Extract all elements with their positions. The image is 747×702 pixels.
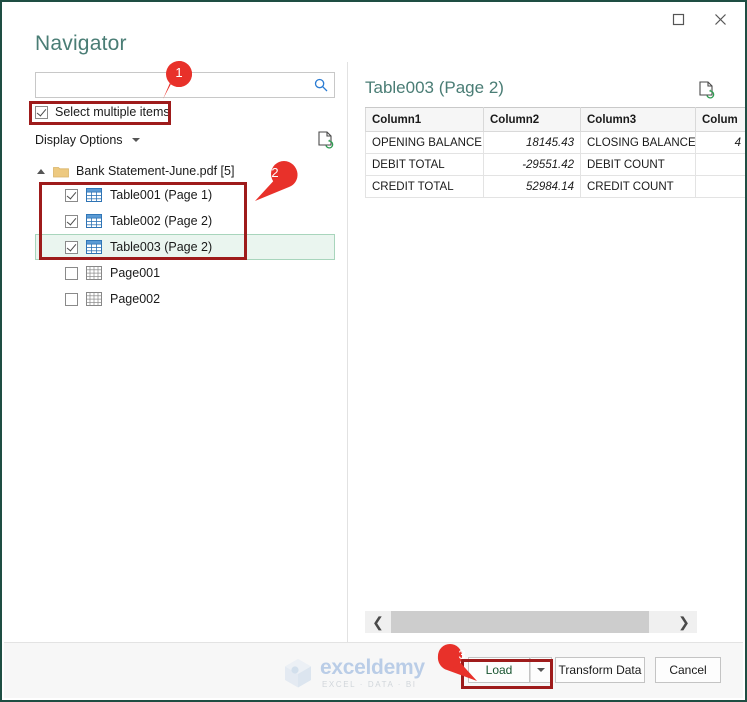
scrollbar-track[interactable] — [391, 611, 671, 633]
tree-root-label: Bank Statement-June.pdf [5] — [76, 164, 235, 178]
select-multiple-items-row[interactable]: Select multiple items — [35, 105, 170, 119]
title-bar — [2, 2, 745, 36]
preview-table: Column1 Column2 Column3 Colum OPENING BA… — [365, 107, 745, 198]
tree-item-table001[interactable]: Table001 (Page 1) — [35, 182, 335, 208]
tree-item-label: Table002 (Page 2) — [110, 214, 213, 228]
tree-item-table002[interactable]: Table002 (Page 2) — [35, 208, 335, 234]
scroll-right-arrow-icon[interactable]: ❯ — [671, 611, 697, 633]
table-row: DEBIT TOTAL -29551.42 DEBIT COUNT — [365, 153, 745, 176]
tree-item-page002[interactable]: Page002 — [35, 286, 335, 312]
tree-root-node[interactable]: Bank Statement-June.pdf [5] — [35, 160, 335, 182]
scroll-left-arrow-icon[interactable]: ❮ — [365, 611, 391, 633]
tree-item-checkbox[interactable] — [65, 292, 78, 306]
tree-item-checkbox[interactable] — [65, 266, 78, 280]
scrollbar-thumb[interactable] — [391, 611, 649, 633]
chevron-down-icon — [131, 138, 140, 142]
search-input[interactable] — [36, 78, 308, 92]
cancel-button[interactable]: Cancel — [655, 657, 721, 683]
close-button[interactable] — [699, 4, 741, 34]
page-grid-icon — [86, 266, 102, 280]
close-icon — [714, 13, 726, 25]
dialog-footer: exceldemy EXCEL · DATA · BI Load Transfo… — [4, 642, 743, 698]
folder-icon — [53, 165, 69, 178]
navigator-dialog: Navigator Select multiple items Display … — [0, 0, 747, 702]
table-cell: OPENING BALANCE — [365, 131, 484, 154]
maximize-button[interactable] — [657, 4, 699, 34]
tree-item-label: Table001 (Page 1) — [110, 188, 213, 202]
collapse-triangle-icon[interactable] — [37, 168, 45, 174]
refresh-document-icon[interactable] — [315, 130, 335, 150]
column-header[interactable]: Colum — [695, 107, 745, 132]
display-options-label: Display Options — [35, 133, 123, 147]
watermark-brand: exceldemy — [320, 656, 425, 679]
watermark-tagline: EXCEL · DATA · BI — [322, 680, 417, 689]
table-cell: 18145.43 — [483, 131, 581, 154]
select-multiple-items-checkbox[interactable] — [35, 105, 48, 119]
maximize-icon — [672, 13, 684, 25]
table-grid-icon — [86, 240, 102, 254]
tree-item-checkbox[interactable] — [65, 214, 78, 228]
table-cell — [695, 175, 745, 198]
tree-item-table003[interactable]: Table003 (Page 2) — [35, 234, 335, 260]
table-cell: DEBIT TOTAL — [365, 153, 484, 176]
table-grid-icon — [86, 188, 102, 202]
table-cell: -29551.42 — [483, 153, 581, 176]
column-header[interactable]: Column3 — [580, 107, 696, 132]
load-button[interactable]: Load — [468, 657, 530, 683]
window-controls — [657, 2, 741, 36]
caret-down-icon — [537, 668, 545, 672]
table-cell — [695, 153, 745, 176]
pane-divider — [347, 62, 348, 642]
search-icon — [308, 78, 334, 92]
table-cell: CREDIT COUNT — [580, 175, 696, 198]
table-grid-icon — [86, 214, 102, 228]
table-cell: DEBIT COUNT — [580, 153, 696, 176]
transform-data-button[interactable]: Transform Data — [555, 657, 645, 683]
preview-horizontal-scrollbar[interactable]: ❮ ❯ — [365, 611, 697, 633]
navigator-tree: Bank Statement-June.pdf [5] Table001 (Pa… — [35, 160, 335, 312]
preview-title: Table003 (Page 2) — [365, 78, 504, 97]
column-header[interactable]: Column1 — [365, 107, 484, 132]
load-dropdown-button[interactable] — [530, 657, 552, 683]
table-row: OPENING BALANCE 18145.43 CLOSING BALANCE… — [365, 131, 745, 154]
tree-item-checkbox[interactable] — [65, 240, 78, 254]
tree-item-label: Page002 — [110, 292, 161, 306]
column-header[interactable]: Column2 — [483, 107, 581, 132]
table-cell: CLOSING BALANCE — [580, 131, 696, 154]
cube-logo-icon — [285, 659, 311, 688]
display-options-dropdown[interactable]: Display Options — [35, 133, 140, 147]
search-box[interactable] — [35, 72, 335, 98]
page-title: Navigator — [35, 32, 127, 55]
table-cell: CREDIT TOTAL — [365, 175, 484, 198]
tree-item-checkbox[interactable] — [65, 188, 78, 202]
table-cell: 4 — [695, 131, 745, 154]
page-grid-icon — [86, 292, 102, 306]
table-cell: 52984.14 — [483, 175, 581, 198]
exceldemy-watermark: exceldemy EXCEL · DATA · BI — [281, 655, 456, 691]
tree-item-page001[interactable]: Page001 — [35, 260, 335, 286]
tree-item-label: Page001 — [110, 266, 161, 280]
table-row: CREDIT TOTAL 52984.14 CREDIT COUNT — [365, 175, 745, 198]
preview-refresh-document-icon[interactable] — [696, 80, 716, 100]
tree-item-label: Table003 (Page 2) — [110, 240, 213, 254]
select-multiple-items-label: Select multiple items — [55, 105, 170, 119]
table-header-row: Column1 Column2 Column3 Colum — [365, 107, 745, 132]
